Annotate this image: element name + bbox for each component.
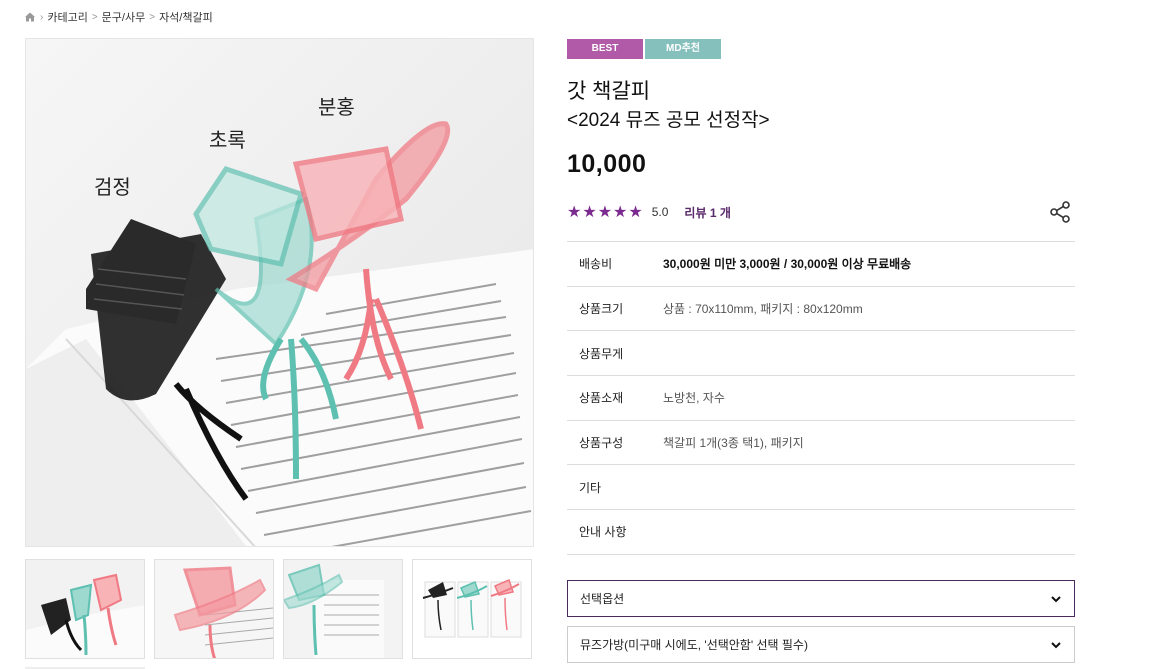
thumbnail-3[interactable] [283, 559, 403, 659]
share-icon[interactable] [1048, 200, 1072, 224]
product-subtitle: <2024 뮤즈 공모 선정작> [567, 110, 770, 131]
breadcrumb-item-bookmark[interactable]: 자석/책갈피 [159, 9, 213, 25]
muse-bag-select-label: 뮤즈가방(미구매 시에도, '선택안함' 선택 필수) [580, 638, 808, 652]
info-value: 책갈피 1개(3종 택1), 패키지 [663, 436, 804, 451]
info-key: 상품크기 [579, 302, 624, 317]
info-key: 안내 사항 [579, 525, 627, 540]
thumbnail-2[interactable] [154, 559, 274, 659]
breadcrumb-item-stationery[interactable]: 문구/사무 [102, 9, 146, 25]
image-label-pink: 분홍 [318, 95, 355, 119]
option-select[interactable]: 선택옵션 [567, 580, 1075, 617]
option-select-label: 선택옵션 [580, 592, 625, 606]
review-count-link[interactable]: 리뷰 1 개 [684, 204, 730, 221]
chevron-down-icon [1051, 641, 1061, 648]
md-pick-badge: MD추천 [645, 39, 721, 59]
breadcrumb-item-category[interactable]: 카테고리 [47, 9, 87, 25]
image-label-black: 검정 [94, 175, 131, 199]
breadcrumb-separator: › [40, 11, 44, 23]
home-icon[interactable] [24, 11, 36, 23]
thumbnail-4[interactable] [412, 559, 532, 659]
breadcrumb-separator: > [149, 11, 156, 23]
info-row-composition: 상품구성 책갈피 1개(3종 택1), 패키지 [567, 421, 1075, 466]
info-key: 기타 [579, 480, 602, 495]
info-value: 상품 : 70x110mm, 패키지 : 80x120mm [663, 302, 863, 317]
info-key: 상품소재 [579, 391, 624, 406]
info-row-size: 상품크기 상품 : 70x110mm, 패키지 : 80x120mm [567, 287, 1075, 332]
muse-bag-select[interactable]: 뮤즈가방(미구매 시에도, '선택안함' 선택 필수) [567, 626, 1075, 663]
image-label-green: 초록 [209, 128, 246, 152]
rating-stars: ★★★★★ [567, 204, 644, 221]
product-info-table: 배송비 30,000원 미만 3,000원 / 30,000원 이상 무료배송 … [567, 241, 1075, 555]
info-row-etc: 기타 [567, 465, 1075, 511]
info-row-material: 상품소재 노방천, 자수 [567, 376, 1075, 421]
breadcrumb-separator: > [91, 11, 98, 23]
info-value: 30,000원 미만 3,000원 / 30,000원 이상 무료배송 [663, 257, 912, 272]
thumbnail-1[interactable] [25, 559, 145, 659]
chevron-down-icon [1051, 595, 1061, 602]
badge-group: BEST MD추천 [567, 39, 721, 59]
rating-score: 5.0 [651, 205, 669, 219]
main-product-image: 검정 초록 분홍 [25, 38, 534, 547]
info-row-notice: 안내 사항 [567, 510, 1075, 555]
info-key: 상품구성 [579, 436, 624, 451]
info-key: 상품무게 [579, 346, 624, 361]
breadcrumb: › 카테고리 > 문구/사무 > 자석/책갈피 [24, 9, 213, 25]
info-row-weight: 상품무게 [567, 331, 1075, 377]
best-badge: BEST [567, 39, 643, 59]
rating-row: ★★★★★ 5.0 리뷰 1 개 [567, 202, 731, 222]
info-key: 배송비 [579, 257, 613, 272]
product-price: 10,000 [567, 150, 647, 178]
info-value: 노방천, 자수 [663, 391, 725, 406]
thumbnail-strip [25, 559, 532, 659]
product-title: 갓 책갈피 [567, 80, 651, 103]
info-row-shipping: 배송비 30,000원 미만 3,000원 / 30,000원 이상 무료배송 [567, 242, 1075, 287]
